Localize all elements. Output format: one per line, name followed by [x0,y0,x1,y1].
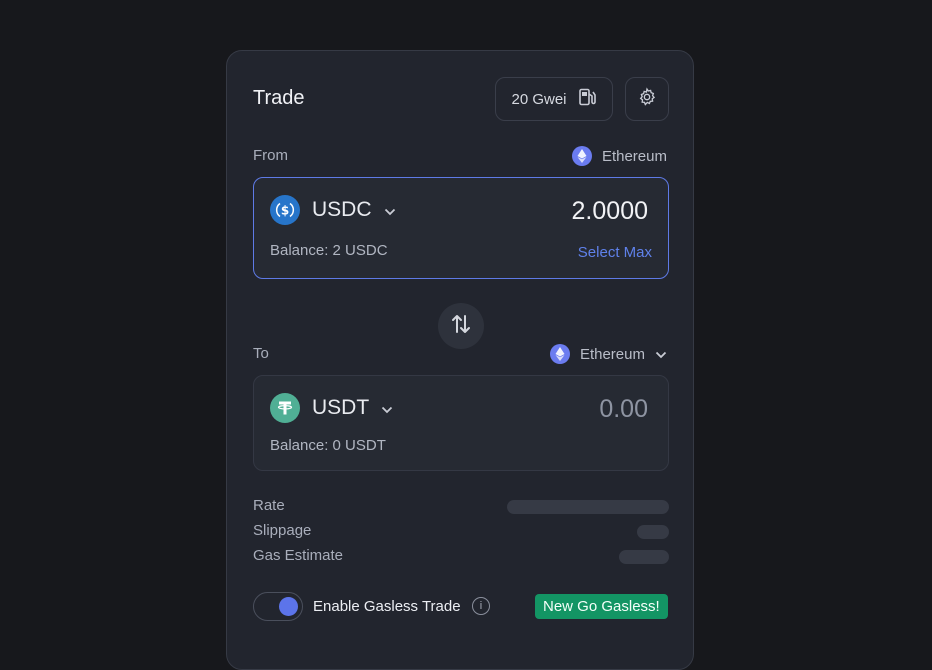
from-chain-name: Ethereum [601,147,667,165]
swap-direction-button[interactable] [438,303,484,349]
info-icon[interactable]: i [472,597,490,615]
gasless-label: Enable Gasless Trade [313,598,461,615]
gas-pump-icon [577,87,597,111]
to-token-selector[interactable]: USDT [270,393,393,423]
to-balance: Balance: 0 USDT [270,437,386,454]
gasless-toggle[interactable] [253,592,303,621]
gas-estimate-label: Gas Estimate [253,547,344,564]
ethereum-icon [549,344,570,364]
from-amount-input[interactable]: 2.0000 [572,197,648,226]
rate-label: Rate [253,497,285,514]
gas-price-button[interactable]: 20 Gwei [495,77,613,121]
gas-price-label: 20 Gwei [511,90,567,108]
page-title: Trade [253,87,305,109]
gear-icon [637,86,657,112]
from-token-selector[interactable]: $ USDC [270,195,396,225]
ethereum-icon [571,146,592,166]
chevron-down-icon [381,396,393,420]
from-token-symbol: USDC [312,198,372,221]
swap-arrows-icon [450,312,472,341]
to-label: To [253,345,269,362]
toggle-knob [279,597,298,616]
gas-estimate-value-placeholder [619,550,669,564]
gasless-badge: New Go Gasless! [535,594,668,619]
trade-card: Trade 20 Gwei From Ethereum $ USDC 2.000… [226,50,694,670]
slippage-value-placeholder [637,525,669,539]
rate-value-placeholder [507,500,669,514]
usdt-icon [270,393,300,423]
slippage-label: Slippage [253,522,312,539]
from-chain: Ethereum [571,146,667,166]
chevron-down-icon [655,346,667,363]
chevron-down-icon [384,198,396,222]
to-chain-selector[interactable]: Ethereum [549,344,667,364]
to-amount-output[interactable]: 0.00 [599,395,648,424]
from-balance: Balance: 2 USDC [270,242,388,259]
usdc-icon: $ [270,195,300,225]
to-chain-name: Ethereum [579,345,645,363]
to-token-box: USDT 0.00 Balance: 0 USDT [253,375,669,471]
from-label: From [253,147,288,164]
from-token-box: $ USDC 2.0000 Balance: 2 USDC Select Max [253,177,669,279]
svg-text:$: $ [281,204,289,218]
select-max-button[interactable]: Select Max [578,244,652,261]
to-token-symbol: USDT [312,396,370,419]
settings-button[interactable] [625,77,669,121]
